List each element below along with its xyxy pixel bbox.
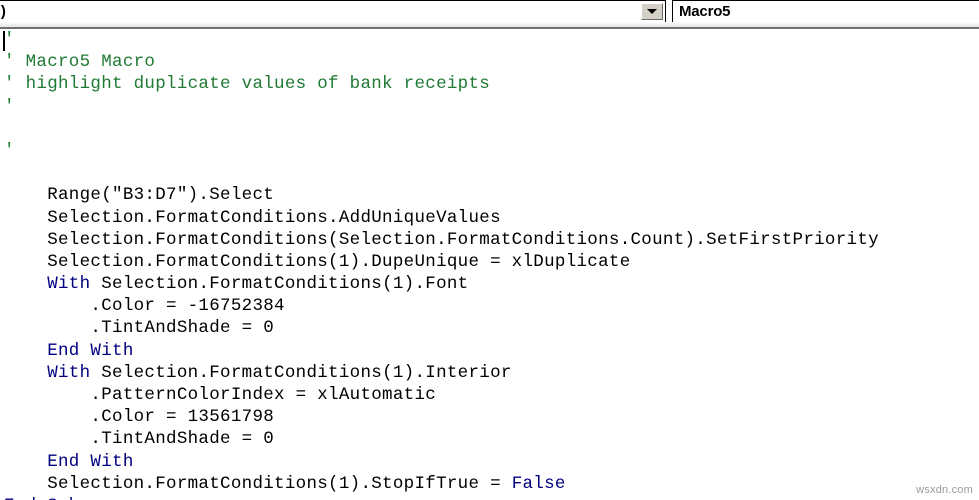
code-token-txt: Selection.FormatConditions(Selection.For… bbox=[4, 229, 879, 250]
code-token-cmt: ' bbox=[4, 30, 15, 50]
code-line: .TintAndShade = 0 bbox=[4, 428, 879, 450]
code-line: End With bbox=[4, 451, 879, 473]
code-token-txt: .TintAndShade = 0 bbox=[4, 429, 275, 450]
chevron-down-icon bbox=[647, 9, 657, 14]
code-line: Selection.FormatConditions(1).DupeUnique… bbox=[4, 251, 879, 273]
vba-code-block[interactable]: ' ' Macro5 Macro ' highlight duplicate val… bbox=[4, 29, 879, 500]
code-line: Selection.FormatConditions(1).StopIfTrue… bbox=[4, 473, 879, 495]
code-token-kw: False bbox=[511, 473, 566, 494]
code-token-cmt: ' bbox=[4, 96, 15, 117]
code-line: .Color = 13561798 bbox=[4, 406, 879, 428]
code-line: ' bbox=[4, 96, 879, 118]
code-token-txt: Selection.FormatConditions(1).DupeUnique… bbox=[4, 251, 631, 272]
code-editor-pane[interactable]: ' ' Macro5 Macro ' highlight duplicate val… bbox=[0, 29, 979, 500]
code-token-txt: .Color = 13561798 bbox=[4, 407, 275, 428]
code-line: Selection.FormatConditions(Selection.For… bbox=[4, 229, 879, 251]
code-token-cmt: ' highlight duplicate values of bank rec… bbox=[4, 74, 491, 95]
code-line: .TintAndShade = 0 bbox=[4, 317, 879, 339]
code-token-txt: Selection.FormatConditions.AddUniqueValu… bbox=[4, 207, 501, 228]
code-token-txt: Range("B3:D7").Select bbox=[4, 185, 275, 206]
code-token-txt: .Color = -16752384 bbox=[4, 296, 285, 317]
code-token-txt: .TintAndShade = 0 bbox=[4, 318, 275, 339]
object-dropdown[interactable]: neral) bbox=[0, 0, 666, 23]
code-line: .Color = -16752384 bbox=[4, 295, 879, 317]
procedure-dropdown-value: Macro5 bbox=[679, 3, 731, 20]
code-line: With Selection.FormatConditions(1).Font bbox=[4, 273, 879, 295]
code-token-txt: .PatternColorIndex = xlAutomatic bbox=[4, 385, 437, 405]
code-line: End With bbox=[4, 340, 879, 362]
code-line: ' Macro5 Macro bbox=[4, 51, 879, 73]
code-line: With Selection.FormatConditions(1).Inter… bbox=[4, 362, 879, 384]
code-line: ' bbox=[4, 29, 879, 51]
vba-editor-header-bar: neral) Macro5 bbox=[0, 0, 979, 29]
code-token-txt: Selection.FormatConditions(1).StopIfTrue… bbox=[4, 473, 512, 494]
code-line: ' highlight duplicate values of bank rec… bbox=[4, 73, 879, 95]
code-token-cmt: ' bbox=[4, 140, 15, 161]
code-token-txt: Selection.FormatConditions(1).Interior bbox=[90, 362, 512, 383]
code-line: Range("B3:D7").Select bbox=[4, 184, 879, 206]
code-token-txt: Selection.FormatConditions(1).Font bbox=[90, 274, 469, 295]
code-token-kw: With bbox=[4, 362, 91, 383]
code-token-kw: End With bbox=[4, 340, 134, 361]
procedure-dropdown[interactable]: Macro5 bbox=[672, 0, 979, 23]
code-token-kw: End Sub bbox=[4, 496, 80, 500]
object-dropdown-value: neral) bbox=[0, 3, 6, 20]
code-line: Selection.FormatConditions.AddUniqueValu… bbox=[4, 207, 879, 229]
watermark: wsxdn.com bbox=[916, 484, 973, 496]
code-line: .PatternColorIndex = xlAutomatic bbox=[4, 384, 879, 406]
object-dropdown-arrow-button[interactable] bbox=[641, 3, 663, 20]
code-line: ' bbox=[4, 140, 879, 162]
code-token-kw: With bbox=[4, 274, 91, 295]
code-token-cmt: ' Macro5 Macro bbox=[4, 52, 156, 73]
code-token-kw: End With bbox=[4, 451, 134, 472]
code-line: End Sub bbox=[4, 495, 879, 500]
